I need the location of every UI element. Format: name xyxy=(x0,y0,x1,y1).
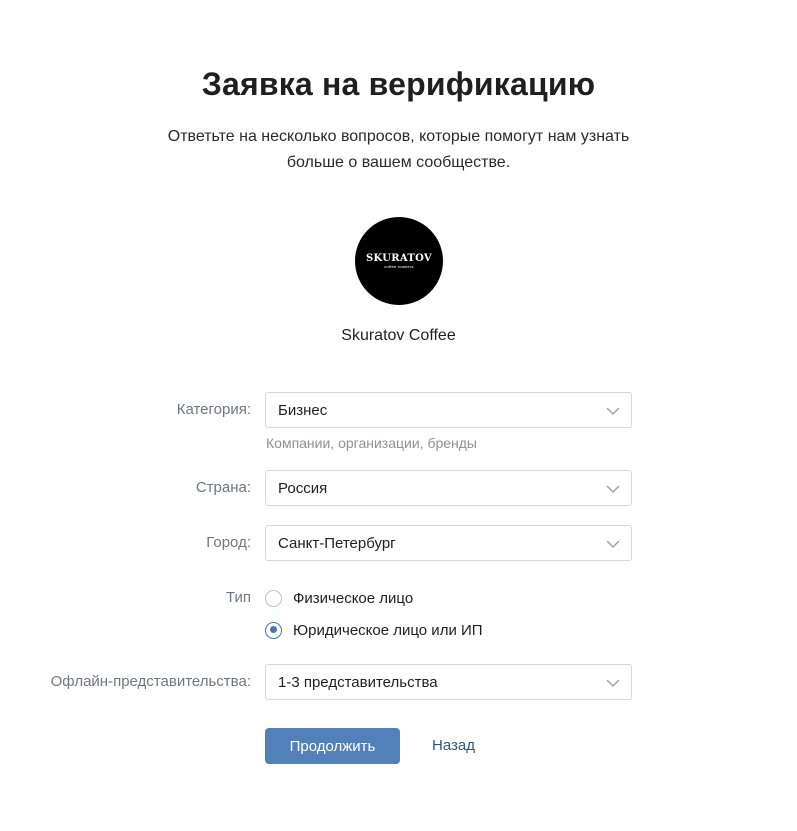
chevron-down-icon xyxy=(606,540,620,548)
offline-select-value: 1-3 представительства xyxy=(278,674,438,691)
page-subtitle: Ответьте на несколько вопросов, которые … xyxy=(167,128,630,171)
radio-button-individual[interactable] xyxy=(265,589,282,607)
city-select[interactable]: Санкт-Петербург xyxy=(265,525,632,561)
city-label: Город: xyxy=(206,534,251,551)
chevron-down-icon xyxy=(606,485,620,493)
category-select[interactable]: Бизнес xyxy=(265,392,632,428)
offline-label: Офлайн-представительства: xyxy=(50,673,251,690)
chevron-down-icon xyxy=(606,679,620,687)
type-label: Тип xyxy=(225,589,251,606)
avatar-tagline-text: coffee roasters xyxy=(384,264,414,269)
radio-option-individual[interactable]: Физическое лицо xyxy=(265,588,413,608)
country-select[interactable]: Россия xyxy=(265,470,632,506)
avatar-brand-text: SKURATOV xyxy=(366,253,432,264)
radio-label-legal-entity: Юридическое лицо или ИП xyxy=(293,621,483,639)
community-avatar: SKURATOV coffee roasters xyxy=(355,217,443,305)
radio-button-legal-entity[interactable] xyxy=(265,621,282,639)
radio-option-legal-entity[interactable]: Юридическое лицо или ИП xyxy=(265,620,483,640)
country-label: Страна: xyxy=(195,479,251,496)
back-link[interactable]: Назад xyxy=(432,737,475,754)
category-hint: Компании, организации, бренды xyxy=(266,435,477,451)
offline-select[interactable]: 1-3 представительства xyxy=(265,664,632,700)
category-select-value: Бизнес xyxy=(278,402,328,419)
radio-label-individual: Физическое лицо xyxy=(293,589,414,607)
category-label: Категория: xyxy=(176,401,251,418)
chevron-down-icon xyxy=(606,407,620,415)
continue-button[interactable]: Продолжить xyxy=(265,728,400,764)
page-title: Заявка на верификацию xyxy=(201,66,596,102)
country-select-value: Россия xyxy=(278,480,328,497)
city-select-value: Санкт-Петербург xyxy=(278,535,396,552)
community-name: Skuratov Coffee xyxy=(341,327,456,344)
